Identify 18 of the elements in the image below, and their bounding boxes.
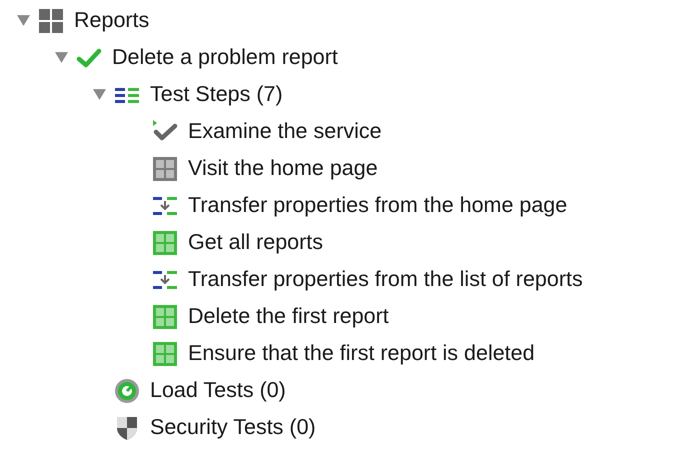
tree-item-label[interactable]: Visit the home page — [188, 152, 378, 185]
tree-item-label[interactable]: Security Tests (0) — [150, 411, 316, 444]
tree-item-label[interactable]: Transfer properties from the list of reports — [188, 263, 583, 296]
collapse-arrow-icon[interactable] — [92, 88, 106, 101]
tree-item-label[interactable]: Examine the service — [188, 115, 382, 148]
gauge-icon — [114, 378, 140, 404]
tree-item-label[interactable]: Load Tests (0) — [150, 374, 286, 407]
tree-item-label[interactable]: Get all reports — [188, 226, 324, 259]
tree-item-label[interactable]: Transfer properties from the home page — [188, 189, 568, 222]
tree-item-label[interactable]: Delete the first report — [188, 300, 389, 333]
tree-item-label[interactable]: Reports — [74, 4, 150, 37]
grid-icon — [38, 8, 64, 34]
tree-item-label[interactable]: Ensure that the first report is deleted — [188, 337, 535, 370]
tree-item-label[interactable]: Delete a problem report — [112, 41, 338, 74]
tree-item-label[interactable]: Test Steps (7) — [150, 78, 283, 111]
collapse-arrow-icon[interactable] — [54, 51, 68, 64]
collapse-arrow-icon[interactable] — [16, 14, 30, 27]
shield-icon — [114, 414, 140, 440]
